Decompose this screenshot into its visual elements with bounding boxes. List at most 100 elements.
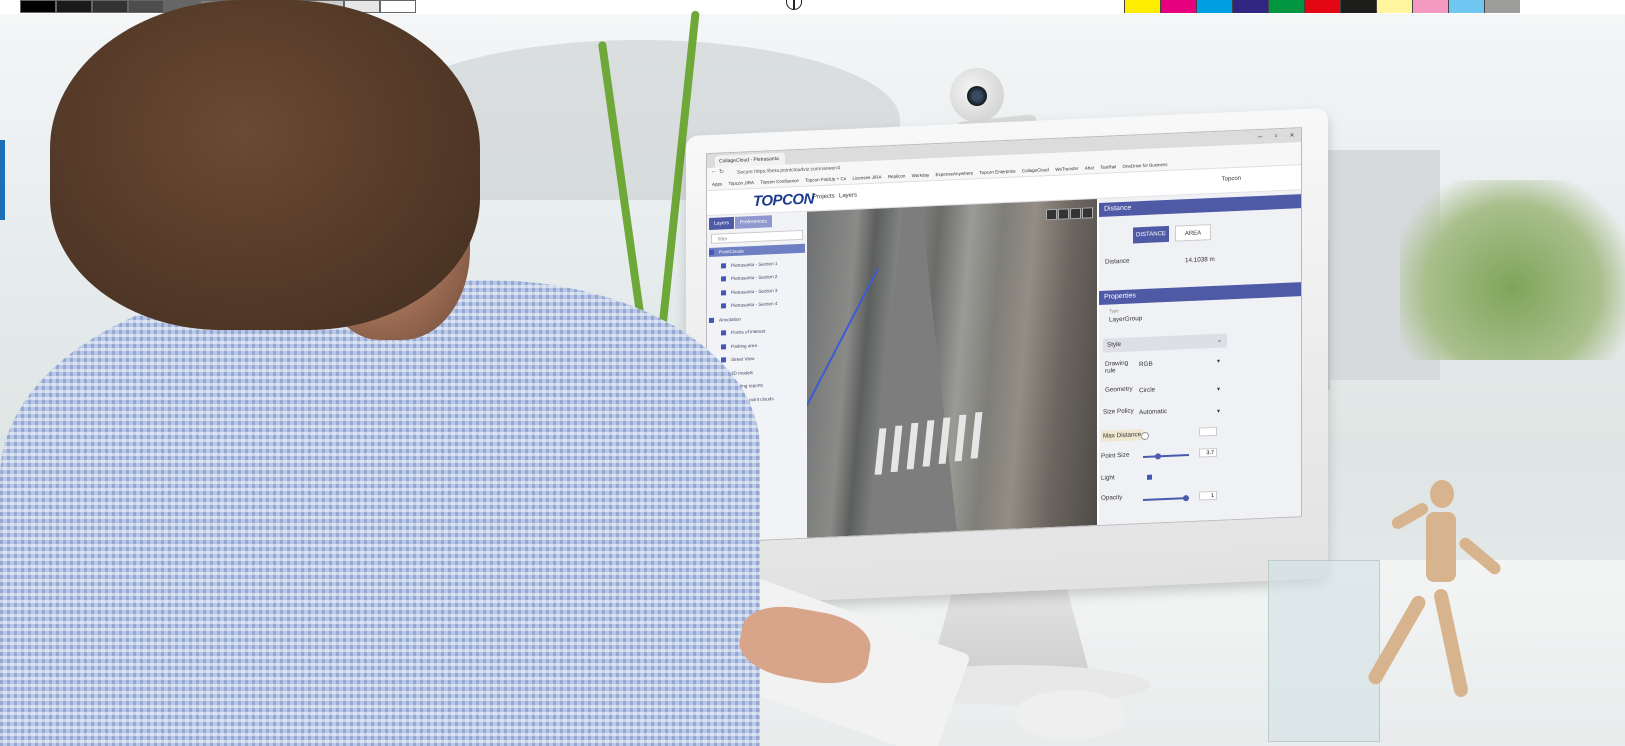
color-patch — [1232, 0, 1268, 13]
bookmark[interactable]: TestRail — [1100, 162, 1116, 173]
max-distance-label: Max Distance — [1101, 429, 1144, 442]
geometry-label: Geometry — [1105, 385, 1133, 394]
nav-projects[interactable]: Projects — [813, 194, 835, 201]
drawing-rule-select[interactable]: RGB — [1139, 361, 1153, 369]
drawing-rule-label: Drawing rule — [1105, 359, 1129, 375]
size-policy-select[interactable]: Automatic — [1139, 408, 1167, 416]
crosswalk-stripe — [954, 414, 967, 462]
back-icon[interactable]: ← — [711, 169, 717, 175]
close-button[interactable]: × — [1285, 129, 1299, 142]
mannequin-leg — [1432, 587, 1470, 699]
select-arrow-icon[interactable]: ▾ — [1217, 358, 1220, 365]
street — [867, 205, 957, 535]
monitor: CollageCloud - Pietrasanta – ▫ × ← ↻ Sec… — [686, 107, 1328, 607]
bookmark[interactable]: Aha! — [1085, 163, 1094, 173]
layer-checkbox[interactable] — [721, 303, 726, 309]
bookmark[interactable]: Apps — [712, 179, 722, 189]
area-button[interactable]: AREA — [1175, 224, 1211, 242]
layer-tree-item[interactable]: Parking area — [721, 338, 805, 351]
view-tool-button[interactable] — [1058, 208, 1069, 220]
max-distance-input[interactable] — [1199, 426, 1217, 437]
maximize-button[interactable]: ▫ — [1269, 130, 1283, 143]
select-arrow-icon[interactable]: ▾ — [1217, 408, 1220, 415]
light-checkbox[interactable] — [1147, 474, 1152, 480]
bookmark[interactable]: Workday — [912, 170, 930, 181]
point-size-value[interactable]: 3.7 — [1199, 447, 1217, 458]
view-tool-button[interactable] — [1070, 207, 1081, 220]
color-patch — [1376, 0, 1412, 13]
layer-checkbox[interactable] — [709, 250, 714, 256]
opacity-slider[interactable] — [1183, 495, 1189, 502]
layer-label: Parking area — [731, 342, 758, 349]
max-distance-slider[interactable] — [1141, 431, 1149, 441]
layer-checkbox[interactable] — [709, 317, 714, 323]
chevron-down-icon[interactable]: ⌄ — [1217, 337, 1222, 344]
gray-patch — [380, 0, 416, 13]
opacity-value[interactable]: 1 — [1199, 490, 1217, 501]
edge-marker — [0, 140, 5, 220]
layer-label: PointClouds — [719, 248, 744, 255]
layer-tree-item[interactable]: Annotation — [709, 311, 805, 324]
point-size-label: Point Size — [1101, 451, 1130, 460]
layer-label: Pietrasanta - Section 2 — [731, 274, 778, 282]
type-value: LayerGroup — [1109, 315, 1143, 324]
point-cloud-viewer[interactable] — [807, 199, 1097, 538]
bookmark[interactable]: OneDrive for Business — [1123, 160, 1168, 172]
layer-tree-item[interactable]: Pietrasanta - Section 3 — [721, 284, 805, 297]
layer-label: Pietrasanta - Section 3 — [731, 287, 778, 295]
nav-layers[interactable]: Layers — [839, 193, 857, 200]
layer-checkbox[interactable] — [721, 263, 726, 269]
distance-header: Distance — [1099, 194, 1301, 217]
person-hair — [50, 0, 480, 330]
layer-tree-item[interactable]: Pietrasanta - Section 1 — [721, 257, 805, 270]
gray-patch — [128, 0, 164, 13]
layer-tree-item[interactable]: PointClouds — [709, 243, 805, 257]
view-tool-button[interactable] — [1082, 207, 1093, 219]
bookmark[interactable]: Topcon Confluence — [760, 176, 799, 188]
color-patch — [1484, 0, 1520, 13]
color-patch — [1340, 0, 1376, 13]
layer-checkbox[interactable] — [721, 290, 726, 296]
filter-input[interactable]: filter — [711, 229, 803, 244]
bookmark[interactable]: Topcon FoldUp + Co — [805, 174, 846, 186]
layer-checkbox[interactable] — [721, 276, 726, 282]
bookmark[interactable]: Licensee JIRA — [853, 172, 882, 183]
reload-icon[interactable]: ↻ — [719, 168, 724, 175]
layer-checkbox[interactable] — [721, 344, 726, 350]
bookmark[interactable]: Topcon JIRA — [729, 178, 755, 189]
topcon-logo: TOPCON — [753, 190, 814, 211]
color-patch — [1268, 0, 1304, 13]
style-section[interactable]: Style — [1103, 333, 1227, 353]
tab-layers[interactable]: Layers — [709, 216, 735, 230]
layer-checkbox[interactable] — [721, 330, 726, 336]
geometry-select[interactable]: Circle — [1139, 387, 1155, 395]
color-patch — [1448, 0, 1484, 13]
bookmark[interactable]: WeTransfer — [1055, 164, 1078, 175]
layer-label: Annotation — [719, 316, 741, 323]
person-shirt — [0, 280, 760, 746]
crosswalk-stripe — [970, 412, 983, 459]
tab-preferences[interactable]: Preferences — [735, 215, 772, 229]
gray-patch — [92, 0, 128, 13]
point-size-slider[interactable] — [1155, 453, 1161, 460]
properties-header: Properties — [1099, 282, 1301, 305]
layer-tree-item[interactable]: Street View — [721, 352, 805, 365]
computer-mouse — [1015, 690, 1125, 740]
select-arrow-icon[interactable]: ▾ — [1217, 386, 1220, 393]
bookmark[interactable]: Topcon Enterprise — [979, 167, 1015, 179]
minimize-button[interactable]: – — [1253, 131, 1267, 144]
layer-tree-item[interactable]: Pietrasanta - Section 4 — [721, 298, 805, 311]
color-patch — [1304, 0, 1340, 13]
view-tool-button[interactable] — [1046, 208, 1057, 221]
wooden-mannequin — [1360, 480, 1520, 740]
bookmark[interactable]: ExpenseAnywhere — [936, 168, 974, 180]
layer-tree-item[interactable]: Pietrasanta - Section 2 — [721, 271, 805, 284]
layer-tree-item[interactable]: Points of interest — [721, 325, 805, 338]
distance-button[interactable]: DISTANCE — [1133, 225, 1169, 244]
point-size-track[interactable] — [1143, 454, 1189, 459]
user-menu[interactable]: Topcon — [1222, 176, 1241, 183]
bookmark[interactable]: Replicon — [888, 171, 906, 182]
light-label: Light — [1101, 474, 1115, 482]
bookmark[interactable]: CollageCloud — [1022, 165, 1049, 176]
distance-measure-line — [807, 268, 879, 432]
